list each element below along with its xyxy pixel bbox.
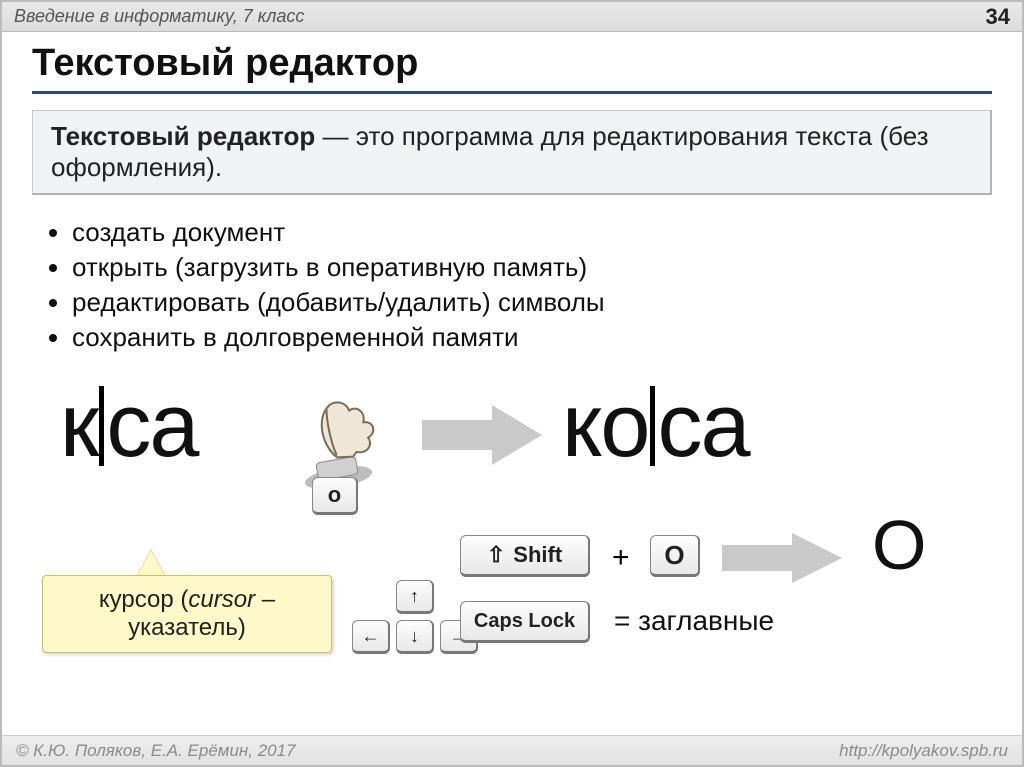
callout-italic: cursor xyxy=(188,586,255,613)
plus-sign: + xyxy=(612,541,630,575)
arrow-down-key: ↓ xyxy=(396,620,434,654)
shift-label: Shift xyxy=(513,542,562,568)
slide: Введение в информатику, 7 класс 34 Текст… xyxy=(0,0,1024,767)
title-area: Текстовый редактор xyxy=(2,32,1022,98)
list-item: создать документ xyxy=(72,217,992,248)
arrow-left-key: ← xyxy=(352,620,390,654)
word-after: ко са xyxy=(562,375,749,478)
top-bar: Введение в информатику, 7 класс 34 xyxy=(2,2,1022,32)
shift-key: ⇧ Shift xyxy=(460,535,590,577)
footer-url: http://kpolyakov.spb.ru xyxy=(839,741,1008,761)
title-rule xyxy=(32,91,992,94)
word-part: са xyxy=(106,375,197,478)
list-item: сохранить в долговременной памяти xyxy=(72,322,992,353)
definition-term: Текстовый редактор xyxy=(51,121,315,151)
subject-label: Введение в информатику, 7 класс xyxy=(14,6,304,27)
key-o: о xyxy=(312,477,358,515)
arrow-up-key: ↑ xyxy=(396,580,434,614)
bullet-list: создать документ открыть (загрузить в оп… xyxy=(72,213,992,357)
text-cursor-icon xyxy=(99,386,104,466)
definition-box: Текстовый редактор — это программа для р… xyxy=(32,110,992,195)
page-number: 34 xyxy=(986,4,1010,30)
slide-title: Текстовый редактор xyxy=(32,42,992,85)
word-part: са xyxy=(657,375,748,478)
caps-equals-text: = заглавные xyxy=(614,605,774,637)
result-upper-o: О xyxy=(872,505,926,585)
footer-bar: © К.Ю. Поляков, Е.А. Ерёмин, 2017 http:/… xyxy=(2,735,1022,765)
word-part: ко xyxy=(562,375,648,478)
list-item: открыть (загрузить в оперативную память) xyxy=(72,252,992,283)
arrow-right-icon xyxy=(722,533,842,583)
shift-arrow-icon: ⇧ xyxy=(487,542,505,568)
list-item: редактировать (добавить/удалить) символы xyxy=(72,287,992,318)
cursor-callout: курсор (cursor – указатель) xyxy=(42,575,332,653)
copyright: © К.Ю. Поляков, Е.А. Ерёмин, 2017 xyxy=(16,741,296,761)
diagram-area: к са о ко са курсор (cursor – указатель)… xyxy=(2,365,1022,735)
callout-tail xyxy=(137,550,165,576)
word-part: к xyxy=(60,375,97,478)
arrow-right-icon xyxy=(422,405,542,465)
key-upper-o: О xyxy=(650,535,700,577)
text-cursor-icon xyxy=(650,386,655,466)
callout-text: курсор ( xyxy=(99,586,188,613)
definition-dash: — xyxy=(315,121,355,151)
capslock-key: Caps Lock xyxy=(460,601,590,643)
word-before: к са xyxy=(60,375,197,478)
